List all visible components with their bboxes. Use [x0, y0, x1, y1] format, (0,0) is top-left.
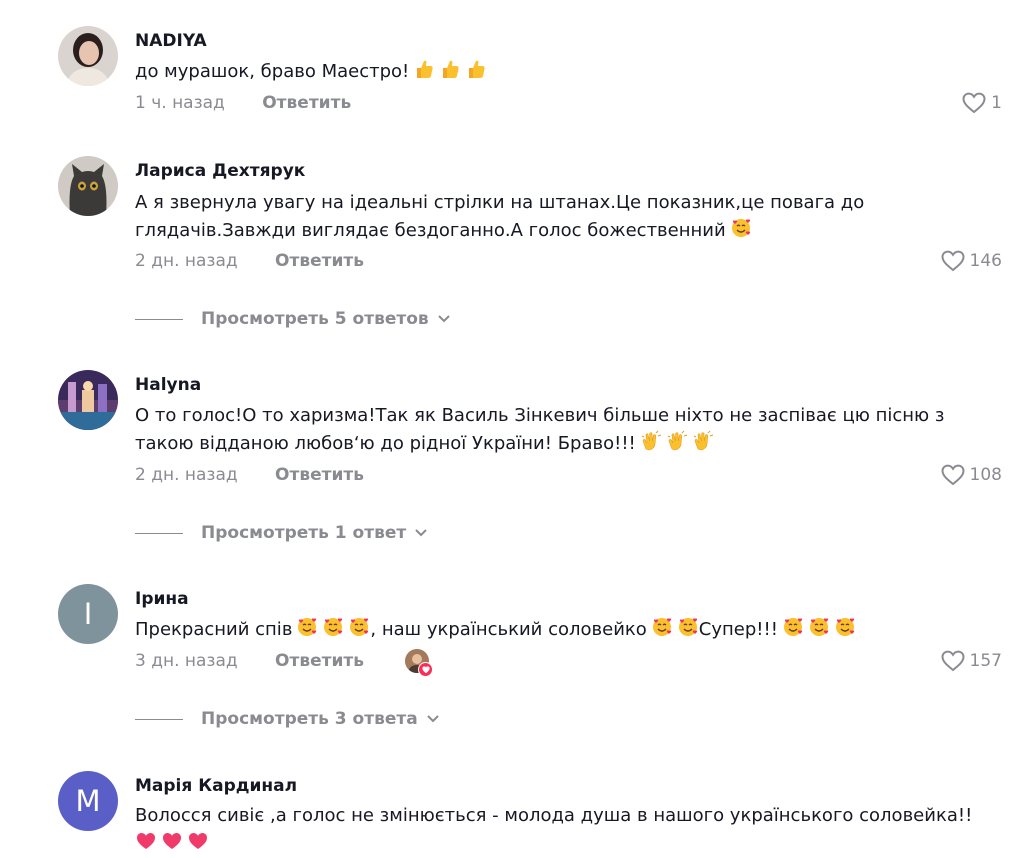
creator-liked-avatar	[405, 649, 433, 677]
like-count: 1	[991, 93, 1002, 113]
heart-icon	[161, 830, 183, 852]
avatar[interactable]: I	[58, 584, 118, 644]
smiling-face-with-hearts-icon	[348, 616, 370, 638]
comment-text-line: А я звернула увагу на ідеальні стрілки н…	[135, 192, 865, 213]
smiling-face-with-hearts-icon	[808, 616, 830, 638]
like-count: 108	[969, 465, 1002, 485]
divider	[135, 532, 183, 534]
comment-text: Прекрасний спів , наш український соловей…	[135, 616, 1007, 644]
smiling-face-with-hearts-icon	[782, 616, 804, 638]
thumbs-up-icon	[465, 58, 487, 80]
view-replies-button[interactable]: Просмотреть 1 ответ	[135, 520, 428, 546]
view-replies-label: Просмотреть 1 ответ	[201, 523, 407, 543]
username[interactable]: NADIYA	[135, 31, 207, 51]
smiling-face-with-hearts-icon	[834, 616, 856, 638]
timestamp: 3 дн. назад	[135, 651, 238, 671]
view-replies-label: Просмотреть 5 ответов	[201, 309, 429, 329]
like-count: 146	[969, 251, 1002, 271]
chevron-down-icon	[437, 314, 451, 324]
chevron-down-icon	[426, 714, 440, 724]
comment-text-line: Волосся сивіє ,а голос не змінюється - м…	[135, 805, 973, 826]
reply-button[interactable]: Ответить	[275, 248, 364, 274]
heart-outline-icon	[941, 250, 965, 272]
username[interactable]: Марія Кардинал	[135, 776, 297, 796]
username[interactable]: Halyna	[135, 375, 201, 395]
comment-meta: 2 дн. назад Ответить	[135, 462, 364, 488]
comment-text: А я звернула увагу на ідеальні стрілки н…	[135, 189, 1007, 245]
comment-text-content: , наш український соловейко	[370, 619, 647, 640]
smiling-face-with-hearts-icon	[322, 616, 344, 638]
thumbs-up-icon	[439, 58, 461, 80]
comment-text-line: глядачів.Завжди виглядає бездоганно.А го…	[135, 220, 726, 241]
view-replies-button[interactable]: Просмотреть 3 ответа	[135, 706, 440, 732]
timestamp: 2 дн. назад	[135, 465, 238, 485]
comment-meta: 2 дн. назад Ответить	[135, 248, 364, 274]
timestamp: 1 ч. назад	[135, 93, 225, 113]
comment-text-content: до мурашок, браво Маестро!	[135, 61, 410, 82]
smiling-face-with-hearts-icon	[730, 217, 752, 239]
comment-text: Волосся сивіє ,а голос не змінюється - м…	[135, 802, 1007, 858]
divider	[135, 318, 183, 320]
smiling-face-with-hearts-icon	[296, 616, 318, 638]
like-button[interactable]: 108	[940, 462, 1002, 488]
view-replies-button[interactable]: Просмотреть 5 ответов	[135, 306, 451, 332]
comment-text: О то голос!О то харизма!Так як Василь Зі…	[135, 402, 1007, 458]
smiling-face-with-hearts-icon	[677, 616, 699, 638]
avatar[interactable]: M	[58, 771, 118, 831]
comment-text-content: Супер!!!	[698, 619, 778, 640]
avatar-letter: M	[75, 784, 101, 818]
heart-icon	[418, 662, 433, 677]
reply-button[interactable]: Ответить	[275, 648, 364, 674]
divider	[135, 718, 183, 720]
heart-outline-icon	[941, 650, 965, 672]
view-replies-label: Просмотреть 3 ответа	[201, 709, 418, 729]
username[interactable]: Ірина	[135, 589, 189, 609]
comment-text: до мурашок, браво Маестро!	[135, 58, 1007, 86]
chevron-down-icon	[414, 528, 428, 538]
avatar[interactable]	[58, 156, 118, 216]
heart-outline-icon	[962, 92, 986, 114]
clapping-hands-icon	[640, 430, 662, 452]
clapping-hands-icon	[692, 430, 714, 452]
comment-text-line: такою відданою любов‘ю до рідної України…	[135, 433, 636, 454]
like-count: 157	[969, 651, 1002, 671]
comment-meta: 1 ч. назад Ответить	[135, 90, 351, 116]
comment-text-line: О то голос!О то харизма!Так як Василь Зі…	[135, 405, 945, 426]
reply-button[interactable]: Ответить	[262, 90, 351, 116]
comment-text-content: Прекрасний спів	[135, 619, 293, 640]
username[interactable]: Лариса Дехтярук	[135, 161, 305, 181]
comment-meta: 3 дн. назад Ответить	[135, 648, 364, 674]
heart-outline-icon	[941, 464, 965, 486]
timestamp: 2 дн. назад	[135, 251, 238, 271]
heart-icon	[135, 830, 157, 852]
avatar-letter: I	[83, 597, 93, 631]
like-button[interactable]: 157	[940, 648, 1002, 674]
avatar[interactable]	[58, 26, 118, 86]
reply-button[interactable]: Ответить	[275, 462, 364, 488]
clapping-hands-icon	[666, 430, 688, 452]
avatar[interactable]	[58, 370, 118, 430]
heart-icon	[187, 830, 209, 852]
like-button[interactable]: 146	[940, 248, 1002, 274]
like-button[interactable]: 1	[961, 90, 1002, 116]
thumbs-up-icon	[413, 58, 435, 80]
smiling-face-with-hearts-icon	[651, 616, 673, 638]
